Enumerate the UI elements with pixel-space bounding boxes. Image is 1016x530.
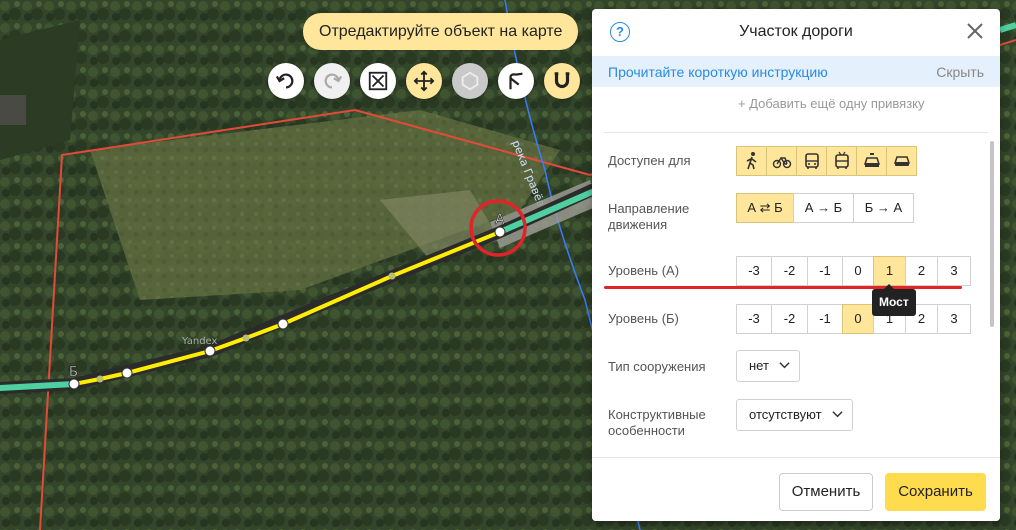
- level-b-label: Уровень (Б): [608, 311, 679, 326]
- structure-label: Тип сооружения: [608, 359, 706, 374]
- adjacent-road-segment: [0, 381, 77, 391]
- level-a-option[interactable]: -1: [807, 256, 843, 286]
- point-b-label: Б: [69, 365, 78, 380]
- direction-selector: А ⇄ Б А → Б Б → А: [736, 193, 914, 223]
- access-modes: [736, 146, 917, 176]
- undo-button[interactable]: [268, 63, 304, 99]
- level-b-option[interactable]: -1: [807, 304, 843, 334]
- hide-link[interactable]: Скрыть: [936, 64, 984, 80]
- panel-title: Участок дороги: [739, 23, 853, 40]
- level-tooltip: Мост: [872, 284, 916, 316]
- level-b-option[interactable]: 3: [937, 304, 971, 334]
- direction-both[interactable]: А ⇄ Б: [736, 193, 794, 223]
- level-a-selector: -3 -2 -1 0 1 2 3: [736, 256, 971, 286]
- close-icon[interactable]: [966, 22, 984, 40]
- bicycle-toggle[interactable]: [766, 146, 797, 176]
- redo-icon: [324, 73, 343, 89]
- access-label: Доступен для: [608, 153, 691, 168]
- pedestrian-icon: [746, 152, 756, 170]
- level-a-option[interactable]: 1: [873, 256, 906, 286]
- instruction-bar: Прочитайте короткую инструкцию Скрыть: [592, 56, 1000, 87]
- level-a-option[interactable]: 0: [842, 256, 874, 286]
- features-value: отсутствуют: [749, 407, 822, 422]
- undo-icon: [275, 73, 294, 89]
- bus-toggle[interactable]: [796, 146, 827, 176]
- road-segment-panel: ? Участок дороги Прочитайте короткую инс…: [592, 9, 1000, 521]
- midpoint-handle[interactable]: [242, 334, 250, 342]
- point-a-label: А: [495, 212, 505, 228]
- direction-a-to-b[interactable]: А → Б: [793, 193, 854, 223]
- level-a-option[interactable]: -2: [771, 256, 808, 286]
- structure-dropdown[interactable]: нет: [736, 350, 800, 382]
- vertex-handle[interactable]: [277, 318, 289, 330]
- taxi-toggle[interactable]: [856, 146, 887, 176]
- trolleybus-toggle[interactable]: [826, 146, 857, 176]
- structure-value: нет: [749, 358, 769, 373]
- car-icon: [893, 156, 910, 166]
- vertex-b[interactable]: [68, 378, 80, 390]
- trolleybus-icon: [834, 151, 849, 169]
- select-area-button[interactable]: [360, 63, 396, 99]
- bus-icon: [804, 153, 819, 169]
- vertex-a[interactable]: [494, 226, 506, 238]
- chevron-down-icon: [831, 411, 843, 418]
- pedestrian-toggle[interactable]: [736, 146, 767, 176]
- polygon-button[interactable]: [452, 63, 488, 99]
- direction-b-to-a[interactable]: Б → А: [853, 193, 914, 223]
- features-dropdown[interactable]: отсутствуют: [736, 399, 853, 431]
- car-toggle[interactable]: [886, 146, 917, 176]
- panel-scrollbar[interactable]: [990, 141, 994, 327]
- direction-label: Направление движения: [608, 201, 690, 232]
- level-a-option[interactable]: 2: [905, 256, 938, 286]
- midpoint-handle[interactable]: [388, 272, 396, 280]
- cancel-button[interactable]: Отменить: [779, 473, 873, 511]
- level-a-label: Уровень (А): [608, 263, 680, 278]
- select-area-icon: [368, 71, 388, 91]
- move-icon: [413, 70, 435, 92]
- midpoint-handle[interactable]: [96, 375, 104, 383]
- instruction-link[interactable]: Прочитайте короткую инструкцию: [608, 64, 828, 80]
- panel-footer: Отменить Сохранить: [592, 457, 1000, 521]
- features-label: Конструктивные особенности: [608, 407, 706, 438]
- magnet-icon: [554, 72, 570, 89]
- magnet-button[interactable]: [544, 63, 580, 99]
- save-button[interactable]: Сохранить: [885, 473, 986, 511]
- chevron-down-icon: [779, 362, 790, 369]
- level-a-option[interactable]: -3: [736, 256, 772, 286]
- yandex-watermark: Yandex: [181, 336, 218, 347]
- vertex-handle[interactable]: [121, 367, 133, 379]
- polygon-icon: [461, 71, 479, 91]
- map-hint: Отредактируйте объект на карте: [303, 13, 579, 50]
- redo-button[interactable]: [314, 63, 350, 99]
- move-button[interactable]: [406, 63, 442, 99]
- level-a-option[interactable]: 3: [937, 256, 971, 286]
- vertex-handle[interactable]: [204, 345, 216, 357]
- level-b-selector: -3 -2 -1 0 1 2 3: [736, 304, 971, 334]
- level-b-option[interactable]: -2: [771, 304, 808, 334]
- bicycle-icon: [772, 156, 791, 169]
- panel-header: ? Участок дороги: [592, 9, 1000, 56]
- level-b-option[interactable]: 0: [842, 304, 874, 334]
- add-binding-link[interactable]: + Добавить ещё одну привязку: [738, 96, 924, 111]
- branch-button[interactable]: [498, 63, 534, 99]
- level-b-option[interactable]: -3: [736, 304, 772, 334]
- divider: [604, 132, 988, 133]
- taxi-icon: [863, 153, 880, 167]
- branch-icon: [509, 72, 523, 90]
